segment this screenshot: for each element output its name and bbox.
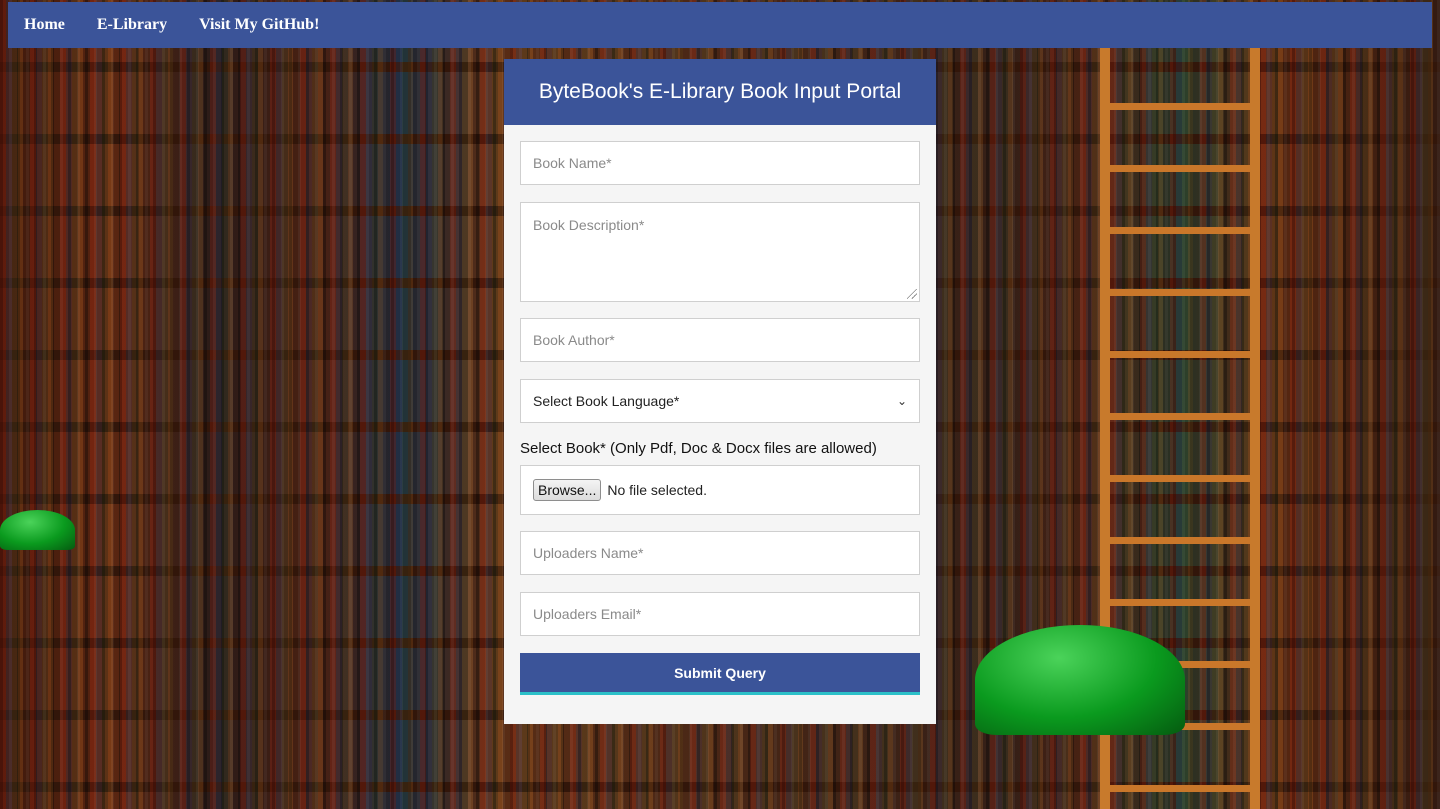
submit-query-button[interactable]: Submit Query xyxy=(520,653,920,695)
book-language-select[interactable]: Select Book Language* ⌄ xyxy=(520,379,920,423)
resize-grip-icon[interactable] xyxy=(907,289,917,299)
uploader-email-placeholder: Uploaders Email* xyxy=(533,606,642,622)
book-input-card: ByteBook's E-Library Book Input Portal B… xyxy=(504,59,936,724)
book-description-textarea[interactable]: Book Description* xyxy=(520,202,920,302)
top-navbar: Home E-Library Visit My GitHub! xyxy=(8,2,1432,48)
file-input: Browse... No file selected. xyxy=(520,465,920,515)
book-input-form: Book Name* Book Description* Book Author… xyxy=(504,125,936,695)
file-select-label: Select Book* (Only Pdf, Doc & Docx files… xyxy=(520,440,877,457)
card-header: ByteBook's E-Library Book Input Portal xyxy=(504,59,936,125)
nav-github[interactable]: Visit My GitHub! xyxy=(199,16,319,34)
card-title: ByteBook's E-Library Book Input Portal xyxy=(538,80,902,103)
book-description-placeholder: Book Description* xyxy=(533,217,645,233)
uploader-name-placeholder: Uploaders Name* xyxy=(533,545,644,561)
chevron-down-icon: ⌄ xyxy=(896,394,907,408)
book-language-selected: Select Book Language* xyxy=(533,393,680,409)
browse-button[interactable]: Browse... xyxy=(533,479,602,501)
nav-home[interactable]: Home xyxy=(24,16,65,34)
nav-e-library[interactable]: E-Library xyxy=(97,16,167,34)
uploader-email-input[interactable]: Uploaders Email* xyxy=(520,592,920,636)
background-lamp-right xyxy=(975,625,1185,735)
background-lamp-left xyxy=(0,510,75,550)
book-name-placeholder: Book Name* xyxy=(533,155,612,171)
uploader-name-input[interactable]: Uploaders Name* xyxy=(520,531,920,575)
file-status: No file selected. xyxy=(607,482,707,498)
book-author-placeholder: Book Author* xyxy=(533,332,615,348)
book-author-input[interactable]: Book Author* xyxy=(520,318,920,362)
book-name-input[interactable]: Book Name* xyxy=(520,141,920,185)
